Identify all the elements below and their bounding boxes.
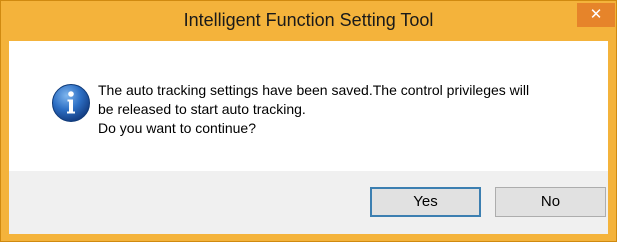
window-title: Intelligent Function Setting Tool [183, 10, 434, 30]
no-button[interactable]: No [495, 187, 606, 217]
info-icon [52, 84, 90, 122]
yes-button[interactable]: Yes [370, 187, 481, 217]
close-button[interactable]: ✕ [577, 3, 615, 27]
message-text: The auto tracking settings have been sav… [98, 82, 530, 136]
title-bar[interactable]: Intelligent Function Setting Tool ✕ [1, 1, 616, 41]
message-dialog: Intelligent Function Setting Tool ✕ The … [0, 0, 617, 242]
dialog-body: The auto tracking settings have been sav… [9, 41, 608, 234]
close-icon: ✕ [589, 6, 603, 23]
message-area: The auto tracking settings have been sav… [9, 41, 608, 171]
